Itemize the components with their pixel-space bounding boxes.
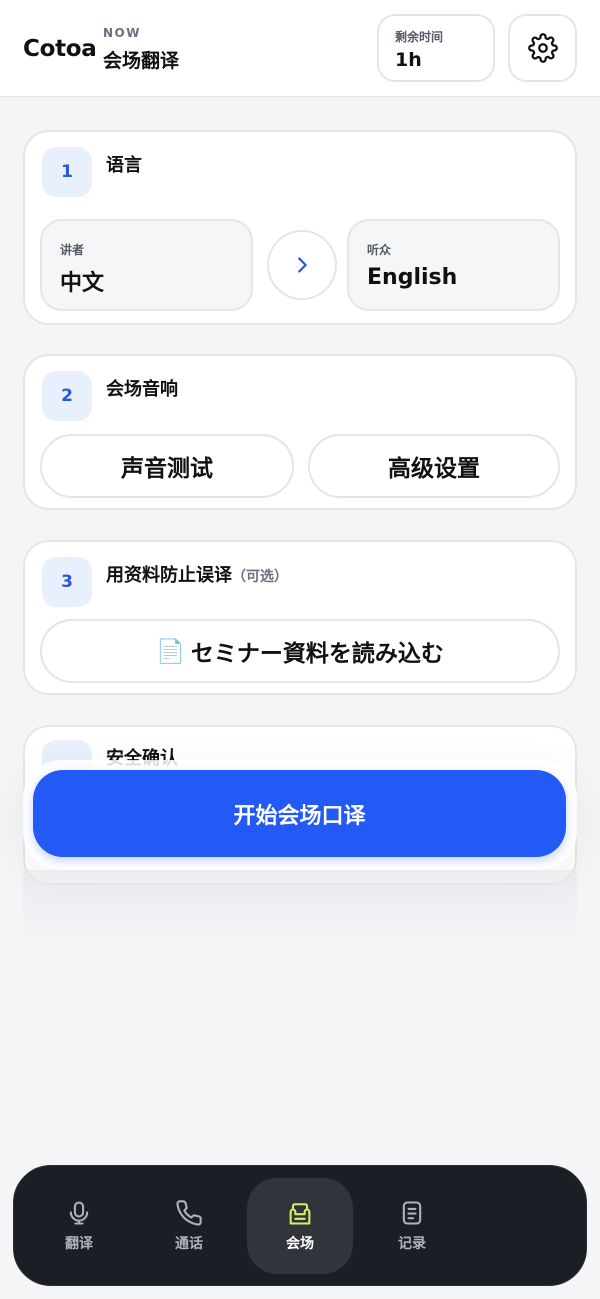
scroll-fade [23,870,577,950]
nav-label-translate: 翻译 [65,1236,93,1252]
gear-icon [527,33,558,63]
venue-audio-title: 会场音响 [106,379,178,400]
nav-item-venue[interactable]: 会场 [247,1178,353,1274]
phone-icon [176,1200,202,1226]
optional-tag: （可选） [232,569,288,585]
chevron-right-icon [298,257,307,273]
remaining-time-value: 1h [395,49,422,71]
sound-test-button[interactable]: 声音测试 [40,434,294,498]
speaker-language-selector[interactable]: 讲者 中文 [40,219,253,311]
materials-title-text: 用资料防止误译 [106,565,232,586]
nav-item-translate[interactable]: 翻译 [26,1178,132,1274]
now-label: NOW [103,26,141,40]
load-materials-button[interactable]: 📄 セミナー資料を読み込む [40,619,560,683]
step-badge-3: 3 [42,557,92,607]
app-header: Cotoa NOW 会场翻译 剩余时间 1h [0,0,600,97]
start-button-container: 开始会场口译 [23,760,577,870]
microphone-icon [69,1201,89,1225]
nav-item-call[interactable]: 通话 [136,1178,242,1274]
document-icon: 📄 [156,638,185,665]
remaining-time-label: 剩余时间 [395,30,444,44]
step-badge-2: 2 [42,371,92,421]
language-direction-button[interactable] [267,230,337,300]
nav-item-history[interactable]: 记录 [359,1178,465,1274]
brand-logo: Cotoa [23,36,97,62]
materials-title: 用资料防止误译（可选） [106,561,288,587]
audience-label: 听众 [367,243,392,257]
settings-button[interactable] [508,14,577,82]
step-badge-1: 1 [42,147,92,197]
load-materials-label: セミナー資料を読み込む [190,641,444,667]
advanced-settings-button[interactable]: 高级设置 [308,434,560,498]
audience-language-value: English [367,265,458,290]
speaker-label: 讲者 [60,243,85,257]
bottom-navigation: 翻译 通话 会场 记录 [13,1165,587,1286]
document-list-icon [402,1201,422,1225]
language-card-title: 语言 [106,155,142,176]
nav-label-call: 通话 [175,1236,203,1252]
nav-label-venue: 会场 [286,1236,314,1252]
materials-card: 3 用资料防止误译（可选） 📄 セミナー資料を読み込む [23,540,577,695]
audience-language-selector[interactable]: 听众 English [347,219,560,311]
venue-icon [289,1203,311,1225]
nav-label-history: 记录 [398,1236,426,1252]
start-interpretation-button[interactable]: 开始会场口译 [33,770,566,857]
language-card: 1 语言 讲者 中文 听众 English [23,130,577,325]
venue-audio-card: 2 会场音响 声音测试 高级设置 [23,354,577,510]
speaker-language-value: 中文 [60,271,105,296]
mode-title: 会场翻译 [103,50,180,72]
remaining-time-box: 剩余时间 1h [377,14,495,82]
